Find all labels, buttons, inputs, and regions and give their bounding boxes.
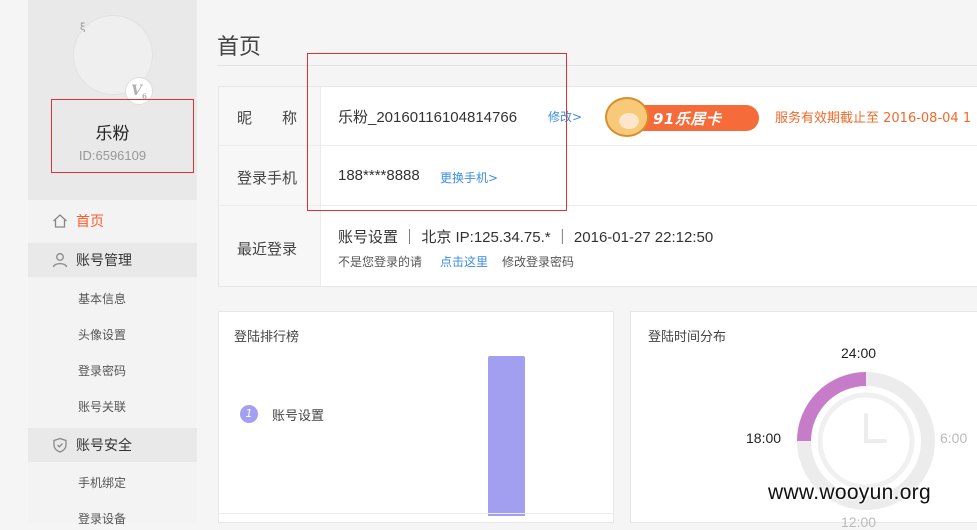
- sidebar: ξ V6 乐粉 ID:6596109 首页 账号管理 基本信息 头像设置 登录密…: [28, 0, 197, 526]
- service-expiry-text: 服务有效期截止至 2016-08-04 1: [775, 111, 972, 126]
- nav-home-label: 首页: [76, 214, 104, 230]
- nav-account-security-label: 账号安全: [76, 438, 132, 454]
- annotation-box-info: [307, 53, 567, 211]
- nav-account-management[interactable]: 账号管理: [28, 243, 197, 277]
- card-label: 91乐居卡: [653, 110, 722, 128]
- ranking-bar: [488, 356, 525, 516]
- page-title: 首页: [217, 35, 262, 60]
- annotation-box-username: [51, 99, 194, 173]
- rank-number: 1: [240, 405, 258, 423]
- clock-label-left: 18:00: [746, 430, 782, 446]
- card-bottom-divider: [219, 513, 613, 514]
- avatar-glyph: ξ: [80, 22, 86, 33]
- click-here-link[interactable]: 点击这里: [440, 253, 488, 270]
- clock-label-bottom: 12:00: [841, 514, 877, 530]
- nav-phone-binding[interactable]: 手机绑定: [78, 474, 126, 491]
- vip-label: V: [131, 83, 142, 99]
- time-distribution-title: 登陆时间分布: [648, 330, 727, 345]
- ranking-title: 登陆排行榜: [234, 330, 300, 345]
- nav-login-devices[interactable]: 登录设备: [78, 510, 126, 527]
- nickname-label: 昵 称: [237, 109, 298, 127]
- nav-avatar-settings[interactable]: 头像设置: [78, 326, 126, 343]
- login-ranking-card: 登陆排行榜 1 账号设置: [218, 311, 614, 523]
- recent-login-label: 最近登录: [237, 240, 298, 258]
- vip-card-badge[interactable]: 91乐居卡: [605, 97, 760, 137]
- watermark: www.wooyun.org: [768, 481, 931, 504]
- nav-basic-info[interactable]: 基本信息: [78, 290, 126, 307]
- home-icon: [53, 214, 67, 228]
- nav-login-password[interactable]: 登录密码: [78, 362, 126, 379]
- clock-label-right: 6:00: [940, 430, 968, 446]
- change-password-text: 修改登录密码: [502, 255, 575, 269]
- nav-home[interactable]: 首页: [28, 204, 197, 238]
- not-you-text: 不是您登录的请: [338, 255, 423, 269]
- user-icon: [52, 253, 68, 268]
- shield-icon: [53, 437, 67, 453]
- rank-item-label: 账号设置: [272, 409, 325, 424]
- sheep-mascot-icon: [605, 97, 649, 137]
- nav-account-link[interactable]: 账号关联: [78, 398, 126, 415]
- nav-account-management-label: 账号管理: [76, 253, 132, 269]
- nav-account-security[interactable]: 账号安全: [28, 428, 197, 462]
- clock-label-top: 24:00: [841, 345, 877, 361]
- recent-login-value: 账号设置 ｜ 北京 IP:125.34.75.* ｜ 2016-01-27 22…: [338, 229, 714, 246]
- phone-label: 登录手机: [237, 169, 298, 187]
